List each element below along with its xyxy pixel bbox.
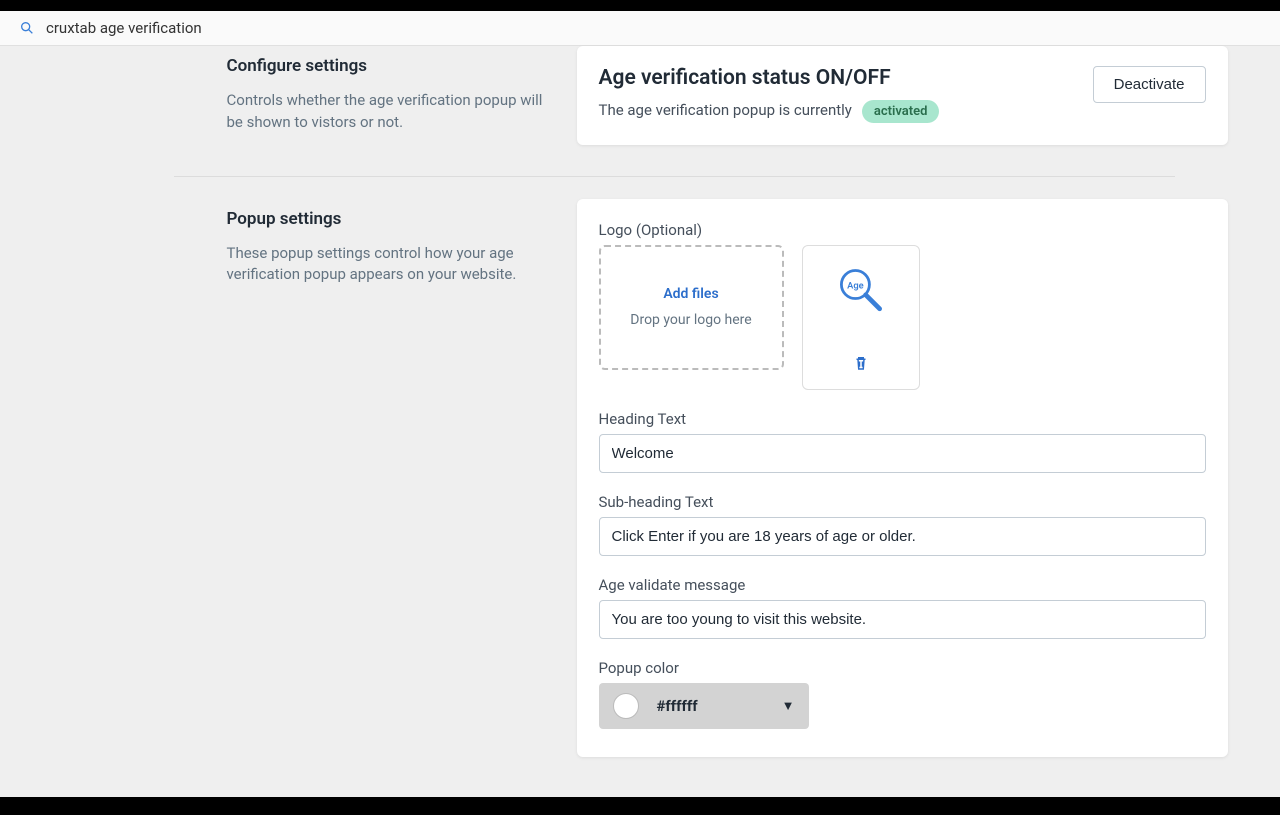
logo-label: Logo (Optional) bbox=[599, 221, 1206, 239]
window-chrome-top bbox=[0, 0, 1280, 11]
logo-preview: Age bbox=[802, 245, 920, 390]
age-validate-input[interactable] bbox=[599, 600, 1206, 639]
section-divider bbox=[174, 176, 1175, 177]
app-header: cruxtab age verification bbox=[0, 11, 1280, 46]
configure-heading: Configure settings bbox=[227, 56, 547, 76]
chevron-down-icon: ▼ bbox=[782, 698, 795, 714]
trash-icon bbox=[852, 360, 870, 375]
deactivate-button[interactable]: Deactivate bbox=[1093, 66, 1206, 103]
svg-text:Age: Age bbox=[847, 280, 864, 291]
search-icon bbox=[18, 19, 36, 37]
color-swatch bbox=[613, 693, 639, 719]
popup-color-label: Popup color bbox=[599, 659, 1206, 677]
drop-hint: Drop your logo here bbox=[630, 312, 751, 328]
heading-text-label: Heading Text bbox=[599, 410, 1206, 428]
heading-text-input[interactable] bbox=[599, 434, 1206, 473]
add-files-link[interactable]: Add files bbox=[663, 286, 718, 302]
status-text: The age verification popup is currently bbox=[599, 101, 852, 119]
popup-section-info: Popup settings These popup settings cont… bbox=[227, 199, 577, 757]
popup-description: These popup settings control how your ag… bbox=[227, 243, 547, 287]
age-validate-label: Age validate message bbox=[599, 576, 1206, 594]
popup-settings-card: Logo (Optional) Add files Drop your logo… bbox=[577, 199, 1228, 757]
status-card: Age verification status ON/OFF The age v… bbox=[577, 46, 1228, 145]
popup-heading: Popup settings bbox=[227, 209, 547, 229]
window-chrome-bottom bbox=[0, 797, 1280, 815]
magnifier-age-icon: Age bbox=[833, 264, 889, 324]
app-title: cruxtab age verification bbox=[46, 19, 202, 37]
status-badge: activated bbox=[862, 100, 940, 123]
delete-logo-button[interactable] bbox=[848, 350, 874, 379]
subheading-text-label: Sub-heading Text bbox=[599, 493, 1206, 511]
color-value: #ffffff bbox=[657, 697, 698, 715]
logo-dropzone[interactable]: Add files Drop your logo here bbox=[599, 245, 784, 370]
popup-color-picker[interactable]: #ffffff ▼ bbox=[599, 683, 809, 729]
subheading-text-input[interactable] bbox=[599, 517, 1206, 556]
status-heading: Age verification status ON/OFF bbox=[599, 66, 940, 90]
configure-section-info: Configure settings Controls whether the … bbox=[227, 46, 577, 154]
configure-description: Controls whether the age verification po… bbox=[227, 90, 547, 134]
